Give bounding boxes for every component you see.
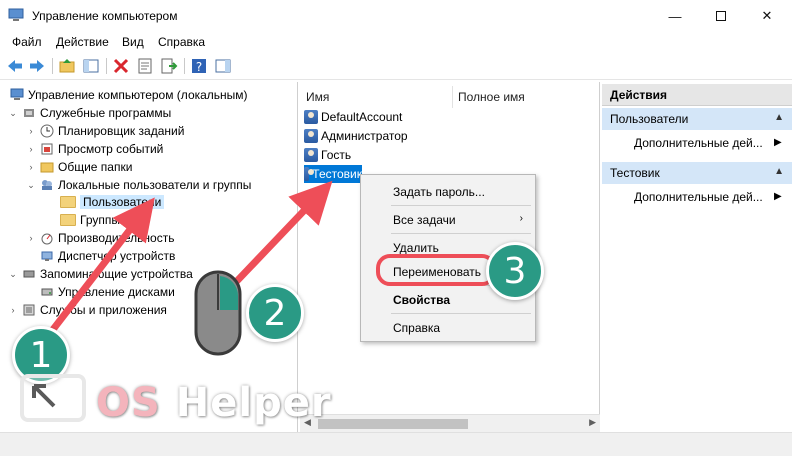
chevron-right-icon[interactable]: › [26, 233, 36, 243]
event-log-icon [41, 143, 53, 155]
folder-icon [60, 196, 76, 208]
scroll-right-icon[interactable]: ▶ [589, 417, 596, 428]
computer-management-icon [8, 8, 24, 21]
export-list-icon[interactable] [160, 57, 178, 75]
step-badge-3: 3 [486, 242, 544, 300]
actions-more-selected-user[interactable]: Дополнительные дей... [634, 190, 764, 204]
cursor-icon [32, 384, 56, 408]
list-item-selected[interactable]: Тестовик [304, 165, 362, 183]
menu-item-properties[interactable]: Свойства [393, 293, 450, 307]
step-badge-2: 2 [246, 284, 304, 342]
shared-folder-icon [40, 162, 54, 173]
maximize-icon [716, 11, 726, 21]
toolbar: ? [0, 54, 792, 80]
user-icon [304, 110, 318, 124]
horizontal-scrollbar[interactable]: ◀ ▶ [300, 414, 600, 432]
tree-item-task-scheduler[interactable]: › Планировщик заданий [26, 122, 185, 140]
tree-item-disk-management[interactable]: Управление дисками [36, 283, 175, 301]
tree-item-services-apps[interactable]: › Службы и приложения [8, 301, 167, 319]
forward-icon[interactable] [28, 57, 46, 75]
window-title: Управление компьютером [32, 9, 178, 23]
folder-icon [60, 214, 76, 226]
tree-item-shared-folders[interactable]: › Общие папки [26, 158, 133, 176]
menu-item-help[interactable]: Справка [393, 321, 440, 335]
menu-item-delete[interactable]: Удалить [393, 241, 439, 255]
column-header-name[interactable]: Имя [306, 90, 329, 104]
show-action-pane-icon[interactable] [214, 57, 232, 75]
column-header-fullname[interactable]: Полное имя [458, 90, 525, 104]
chevron-down-icon[interactable]: ⌄ [26, 180, 36, 191]
list-item[interactable]: DefaultAccount [304, 108, 402, 126]
properties-icon[interactable] [136, 57, 154, 75]
collapse-icon[interactable]: ▲ [774, 166, 784, 177]
delete-icon[interactable] [112, 57, 130, 75]
chevron-right-icon[interactable]: › [26, 126, 36, 136]
list-item[interactable]: Гость [304, 146, 351, 164]
tools-icon [24, 109, 34, 117]
back-icon[interactable] [6, 57, 24, 75]
status-bar [0, 432, 792, 456]
show-hide-tree-icon[interactable] [82, 57, 100, 75]
watermark-logo [20, 374, 86, 422]
menu-bar: Файл Действие Вид Справка [0, 32, 792, 52]
up-folder-icon[interactable] [58, 57, 76, 75]
maximize-button[interactable] [698, 0, 744, 32]
minimize-button[interactable]: — [652, 0, 698, 32]
disk-icon [41, 288, 53, 296]
tree-item-storage[interactable]: ⌄ Запоминающие устройства [8, 265, 193, 283]
menu-item-all-tasks[interactable]: Все задачи [393, 213, 456, 227]
storage-icon [23, 270, 35, 278]
chevron-down-icon[interactable]: ⌄ [8, 108, 18, 119]
tree-item-root[interactable]: Управление компьютером (локальным) [6, 86, 248, 104]
tree-item-performance[interactable]: › Производительность [26, 229, 175, 247]
services-icon [23, 304, 35, 316]
submenu-arrow-icon: ▶ [774, 137, 782, 148]
submenu-arrow-icon: › [519, 213, 523, 224]
actions-section-selected-user[interactable]: Тестовик ▲ [602, 162, 792, 184]
tree-item-local-users-groups[interactable]: ⌄ Локальные пользователи и группы [26, 176, 251, 194]
menu-help[interactable]: Справка [158, 35, 205, 49]
menu-file[interactable]: Файл [12, 35, 42, 49]
users-group-icon [42, 180, 52, 190]
tree-item-device-manager[interactable]: Диспетчер устройств [36, 247, 175, 265]
user-icon [304, 167, 315, 181]
help-icon[interactable]: ? [190, 57, 208, 75]
actions-header: Действия [602, 84, 792, 106]
tree-item-users[interactable]: Пользователи [56, 193, 165, 211]
chevron-right-icon[interactable]: › [8, 305, 18, 315]
collapse-icon[interactable]: ▲ [774, 112, 784, 123]
close-button[interactable]: ✕ [744, 0, 790, 32]
rename-highlight [376, 254, 496, 286]
user-icon [304, 148, 318, 162]
chevron-down-icon[interactable]: ⌄ [8, 269, 18, 280]
watermark-text: OS Helper [96, 380, 332, 426]
tree-item-event-viewer[interactable]: › Просмотр событий [26, 140, 164, 158]
chevron-right-icon[interactable]: › [26, 162, 36, 172]
list-item[interactable]: Администратор [304, 127, 408, 145]
submenu-arrow-icon: ▶ [774, 191, 782, 202]
tree-item-groups[interactable]: Группы [56, 211, 120, 229]
device-manager-icon [41, 251, 53, 261]
scroll-thumb[interactable] [318, 419, 468, 429]
svg-text:?: ? [196, 60, 202, 74]
chevron-right-icon[interactable]: › [26, 144, 36, 154]
menu-item-set-password[interactable]: Задать пароль... [393, 185, 485, 199]
tree-item-system-tools[interactable]: ⌄ Служебные программы [8, 104, 171, 122]
clock-icon [40, 124, 54, 138]
actions-pane [602, 82, 792, 432]
actions-more-users[interactable]: Дополнительные дей... [634, 136, 764, 150]
actions-section-users[interactable]: Пользователи ▲ [602, 108, 792, 130]
title-bar: Управление компьютером — ✕ [0, 0, 792, 32]
user-icon [304, 129, 318, 143]
computer-icon [10, 88, 24, 100]
menu-view[interactable]: Вид [122, 35, 144, 49]
menu-action[interactable]: Действие [56, 35, 109, 49]
performance-icon [41, 233, 53, 245]
